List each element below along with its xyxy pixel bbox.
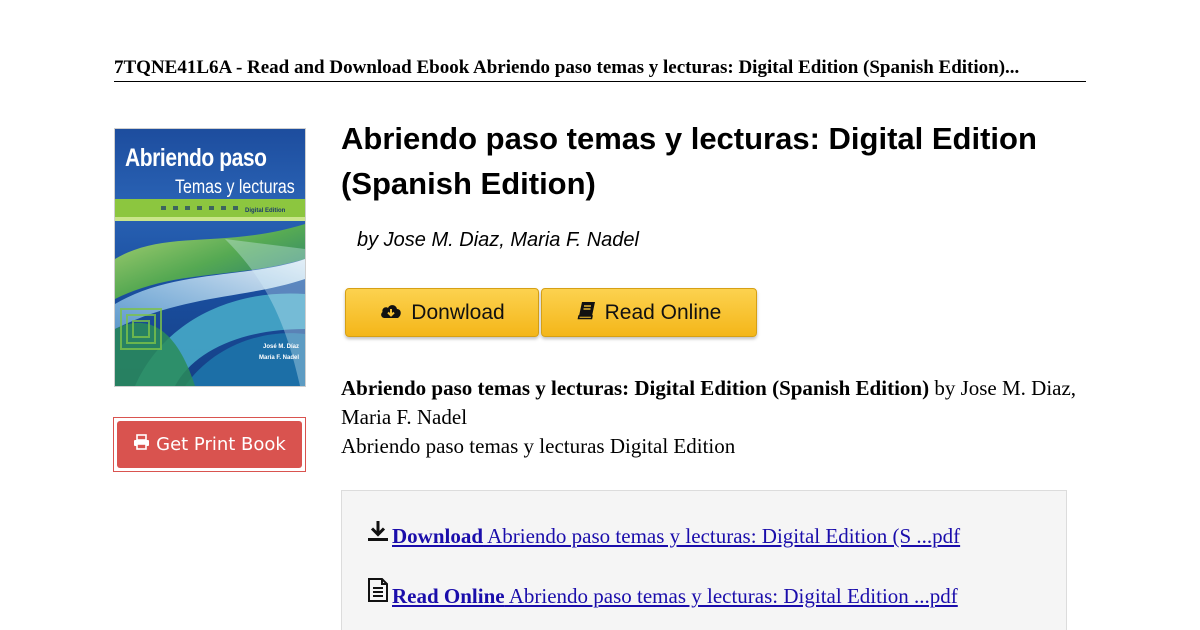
download-link-text: Abriendo paso temas y lecturas: Digital … — [483, 524, 961, 548]
book-title: Abriendo paso temas y lecturas: Digital … — [341, 121, 1037, 201]
document-icon — [366, 577, 390, 609]
download-arrow-icon — [366, 519, 390, 549]
read-online-pdf-link[interactable]: Read Online Abriendo paso temas y lectur… — [392, 583, 958, 609]
read-link-strong: Read Online — [392, 584, 505, 608]
download-pdf-link-row: Download Abriendo paso temas y lecturas:… — [366, 519, 960, 549]
book-authors: by Jose M. Diaz, Maria F. Nadel — [357, 229, 639, 251]
get-print-book-label: Get Print Book — [156, 434, 286, 455]
read-link-text: Abriendo paso temas y lecturas: Digital … — [504, 584, 958, 608]
header-divider — [114, 81, 1086, 82]
book-cover-image: Abriendo paso Temas y lecturas Digital E… — [114, 128, 306, 387]
print-icon — [133, 434, 150, 455]
description-title: Abriendo paso temas y lecturas: Digital … — [341, 376, 930, 400]
read-online-button[interactable]: Read Online — [541, 288, 757, 337]
read-online-pdf-link-row: Read Online Abriendo paso temas y lectur… — [366, 577, 958, 609]
description-line: Abriendo paso temas y lecturas Digital E… — [341, 434, 736, 458]
book-description: Abriendo paso temas y lecturas: Digital … — [341, 374, 1081, 461]
read-online-button-label: Read Online — [604, 300, 722, 324]
get-print-book-button[interactable]: Get Print Book — [117, 421, 302, 468]
download-links-panel: Download Abriendo paso temas y lecturas:… — [341, 490, 1067, 630]
get-print-book-frame: Get Print Book — [113, 417, 306, 472]
cover-author: José M. Díaz — [262, 344, 299, 350]
cover-edition: Digital Edition — [245, 208, 286, 214]
cover-subtitle: Temas y lecturas — [175, 177, 295, 198]
download-pdf-link[interactable]: Download Abriendo paso temas y lecturas:… — [392, 523, 960, 549]
cover-title: Abriendo paso — [125, 144, 267, 172]
cloud-download-icon — [379, 301, 403, 325]
book-icon — [577, 300, 597, 326]
download-button[interactable]: Donwload — [345, 288, 539, 337]
page-header-title: 7TQNE41L6A - Read and Download Ebook Abr… — [114, 57, 1020, 78]
download-link-strong: Download — [392, 524, 484, 548]
cover-author: María F. Nadel — [258, 355, 299, 361]
download-button-label: Donwload — [411, 300, 505, 324]
